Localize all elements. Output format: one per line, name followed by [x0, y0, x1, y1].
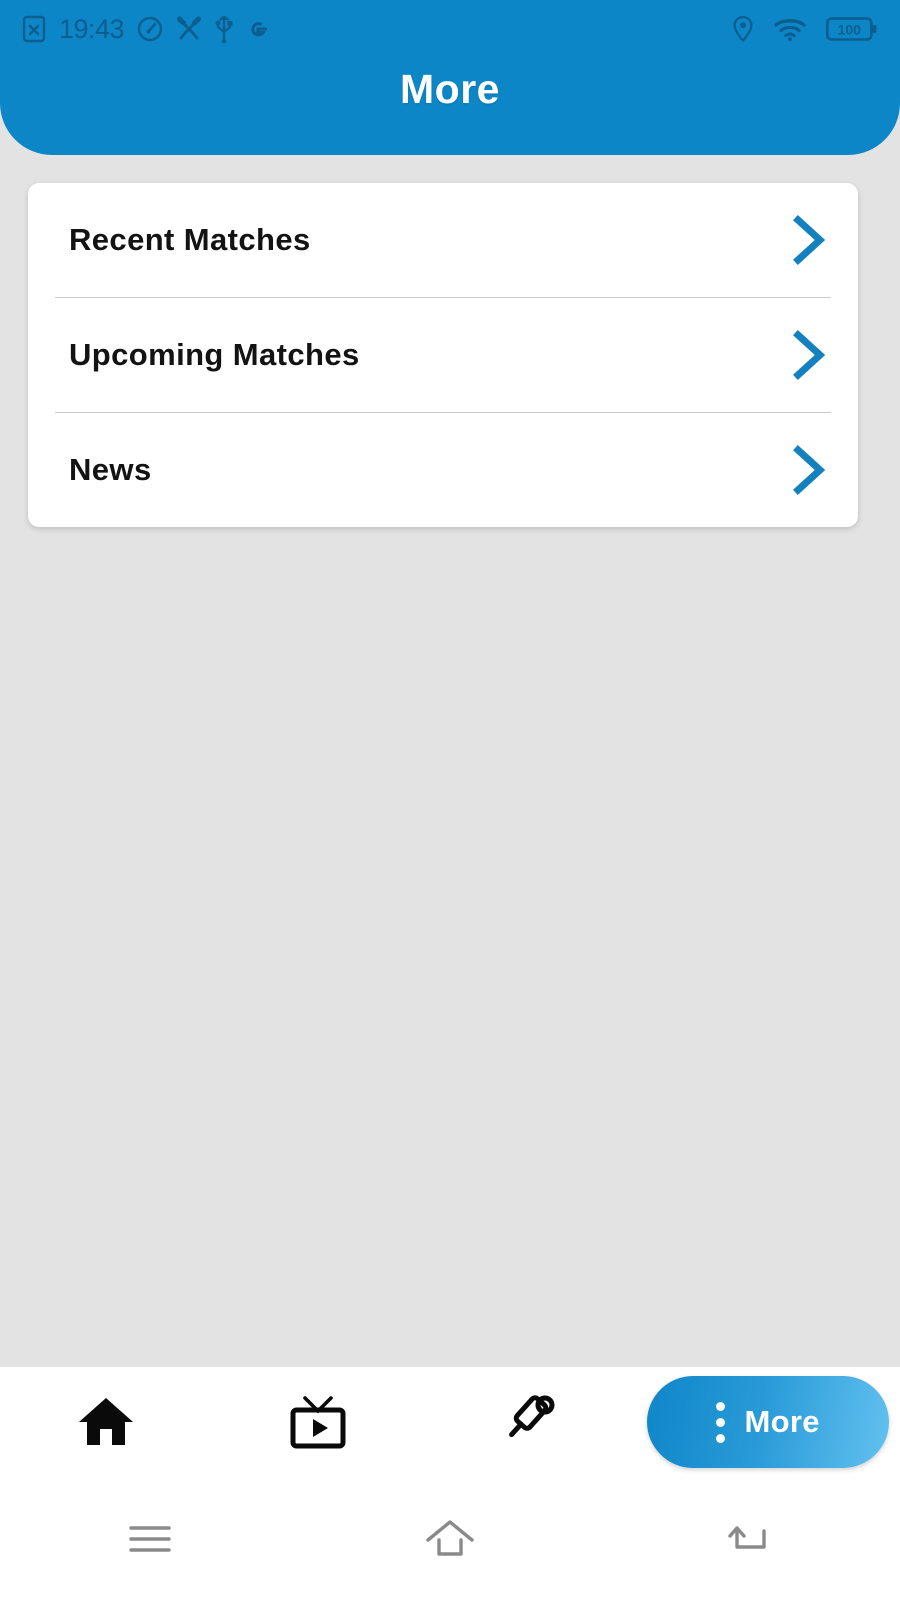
home-icon: [75, 1393, 137, 1451]
system-recents-button[interactable]: [0, 1477, 300, 1600]
chevron-right-icon[interactable]: [788, 329, 832, 381]
nav-tab-home[interactable]: [0, 1367, 212, 1477]
home-outline-icon: [422, 1516, 478, 1562]
google-icon: [246, 16, 270, 42]
battery-icon: 100: [826, 16, 878, 42]
back-arrow-icon: [724, 1517, 776, 1561]
menu-item-upcoming-matches[interactable]: Upcoming Matches: [28, 298, 858, 412]
menu-item-label: Recent Matches: [69, 222, 311, 257]
menu-card: Recent Matches Upcoming Matches News: [28, 183, 858, 527]
chevron-right-icon[interactable]: [788, 444, 832, 496]
status-bar: 19:43 100: [0, 0, 900, 58]
nav-tab-more[interactable]: More: [635, 1376, 900, 1468]
status-bar-right: 100: [732, 15, 878, 43]
system-navigation-bar: [0, 1477, 900, 1600]
nav-tab-live[interactable]: [212, 1367, 424, 1477]
wifi-icon: [774, 16, 806, 42]
more-button-label: More: [744, 1404, 820, 1439]
tools-icon: [176, 16, 202, 42]
app-header: 19:43 100 More: [0, 0, 900, 155]
menu-item-recent-matches[interactable]: Recent Matches: [28, 183, 858, 297]
menu-item-news[interactable]: News: [28, 413, 858, 527]
status-bar-clock: 19:43: [59, 13, 125, 44]
nav-tab-matches[interactable]: [424, 1367, 636, 1477]
system-back-button[interactable]: [600, 1477, 900, 1600]
menu-lines-icon: [125, 1518, 175, 1560]
bottom-navigation-bar: More: [0, 1367, 900, 1477]
menu-item-label: Upcoming Matches: [69, 337, 360, 372]
status-bar-left: 19:43: [22, 15, 270, 43]
chevron-right-icon[interactable]: [788, 214, 832, 266]
page-title: More: [400, 66, 500, 112]
app-screen: 19:43 100 More Recent Matches Upcoming M…: [0, 0, 900, 1600]
sim-card-off-icon: [22, 15, 46, 43]
cricket-bat-ball-icon: [497, 1391, 561, 1453]
system-home-button[interactable]: [300, 1477, 600, 1600]
battery-level-text: 100: [838, 22, 862, 38]
speedometer-icon: [137, 16, 163, 42]
location-pin-icon: [732, 15, 754, 43]
menu-item-label: News: [69, 452, 152, 487]
more-button[interactable]: More: [646, 1376, 889, 1468]
tv-play-icon: [285, 1392, 351, 1452]
dots-vertical-icon: [715, 1401, 725, 1443]
usb-icon: [215, 15, 233, 43]
